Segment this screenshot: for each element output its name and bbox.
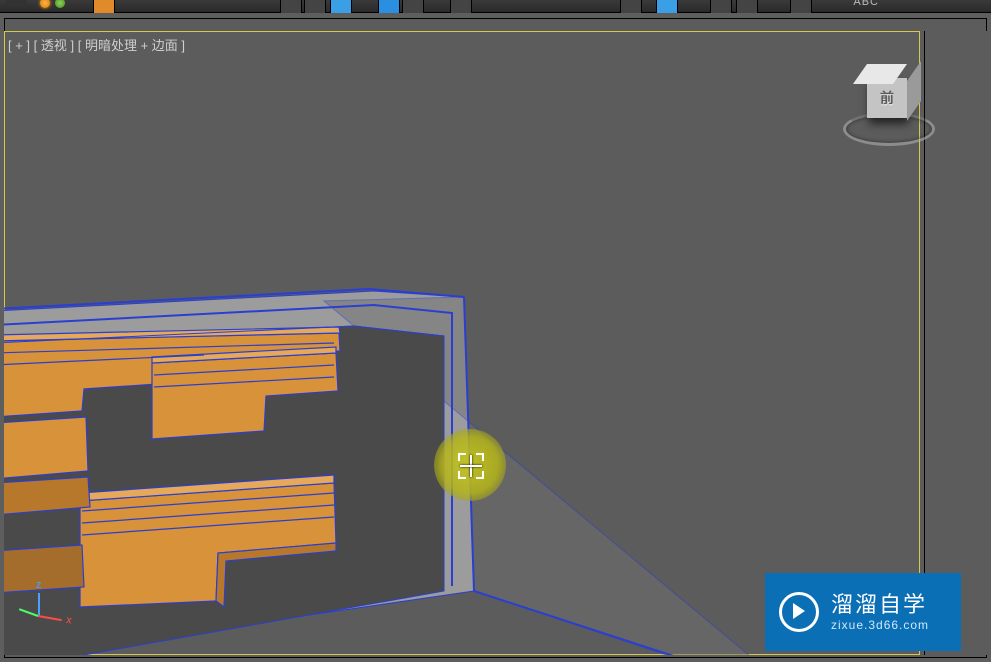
- toolbar-button-rotate[interactable]: [402, 0, 424, 14]
- viewport-labels: [ + ] [ 透视 ] [ 明暗处理 + 边面 ]: [8, 35, 185, 54]
- viewcube-cube[interactable]: 前: [867, 78, 907, 118]
- toolbar-label-abc: ABC: [853, 0, 879, 8]
- viewport-3d-scene[interactable]: [4, 31, 920, 655]
- watermark-url: zixue.3d66.com: [831, 618, 929, 632]
- axis-y-icon: [19, 608, 38, 617]
- axis-z-icon: [38, 593, 40, 617]
- toolbar-separator: [5, 0, 27, 6]
- toolbar-button-scale[interactable]: [450, 0, 472, 14]
- roof-left-b: [4, 545, 84, 593]
- viewport-menu-toggle[interactable]: [ + ]: [8, 38, 30, 53]
- main-area: [ + ] [ 透视 ] [ 明暗处理 + 边面 ]: [0, 13, 991, 662]
- viewport-viewtype-label[interactable]: [ 透视 ]: [34, 35, 74, 54]
- toolbar-button-d[interactable]: [710, 0, 732, 14]
- axis-tripod: [22, 587, 62, 627]
- toolbar-button-f[interactable]: [790, 0, 812, 14]
- cursor-crosshair-icon: [460, 455, 482, 477]
- status-dot-orange-icon: [40, 0, 50, 8]
- watermark-badge: 溜溜自学 zixue.3d66.com: [765, 573, 961, 651]
- toolbar-button-c[interactable]: [620, 0, 642, 14]
- roof-left-a: [4, 417, 88, 479]
- main-toolbar: ABC: [0, 0, 991, 13]
- viewport-shading-label[interactable]: [ 明暗处理 + 边面 ]: [78, 35, 185, 54]
- toolbar-button-snap-active[interactable]: [656, 0, 678, 14]
- play-icon: [779, 592, 819, 632]
- status-dot-green-icon: [55, 0, 65, 8]
- toolbar-button-quickaccess[interactable]: [93, 0, 115, 14]
- toolbar-button-a[interactable]: [280, 0, 302, 14]
- watermark-title: 溜溜自学: [831, 592, 929, 618]
- toolbar-button-b[interactable]: [304, 0, 326, 14]
- viewcube-face-label[interactable]: 前: [867, 78, 907, 118]
- scene-geometry-svg: [4, 31, 920, 655]
- watermark-text: 溜溜自学 zixue.3d66.com: [831, 592, 929, 633]
- toolbar-button-e[interactable]: [736, 0, 758, 14]
- toolbar-button-move[interactable]: [378, 0, 400, 14]
- axis-x-icon: [38, 615, 62, 621]
- toolbar-button-selection-active[interactable]: [330, 0, 352, 14]
- viewcube-side-face[interactable]: [907, 61, 921, 121]
- viewcube[interactable]: 前: [841, 68, 931, 148]
